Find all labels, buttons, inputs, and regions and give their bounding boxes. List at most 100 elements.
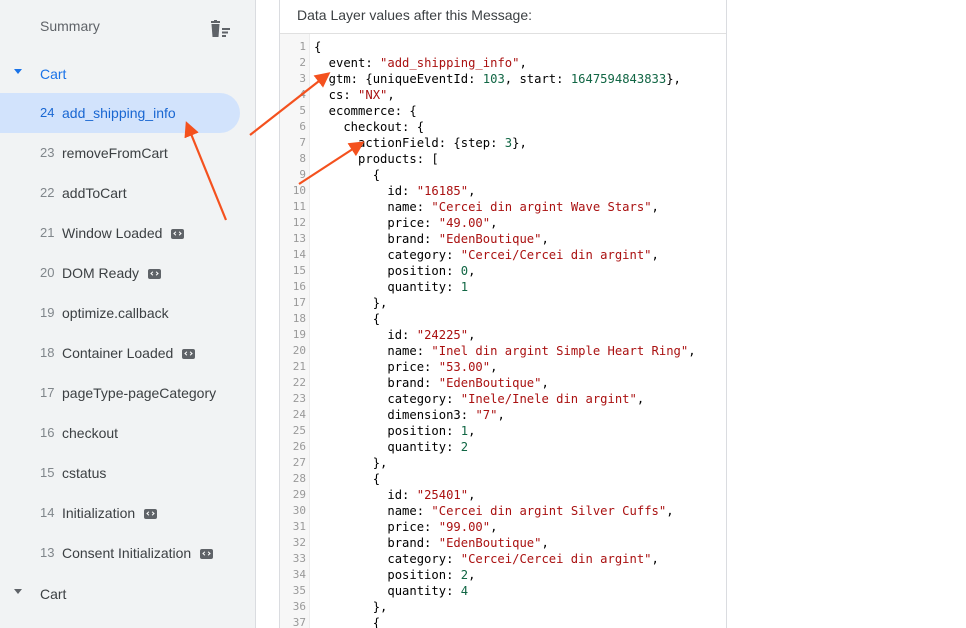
code-string: "Inele/Inele din argint" [460,392,637,406]
code-punct: , [541,376,549,390]
code-text: quantity: 4 [314,583,468,599]
event-item[interactable]: 16 checkout [0,413,256,453]
line-number: 19 [292,328,306,341]
summary-item[interactable]: Summary [0,6,256,46]
code-text: position: 2, [314,567,475,583]
code-string: "Cercei/Cercei din argint" [460,552,652,566]
code-line: 9 { [280,167,726,183]
event-item[interactable]: 15 cstatus [0,453,256,493]
event-item[interactable]: 19 optimize.callback [0,293,256,333]
code-punct: position: [314,264,461,278]
code-punct: , [490,520,498,534]
code-text: category: "Cercei/Cercei din argint", [314,551,659,567]
code-text: category: "Inele/Inele din argint", [314,391,644,407]
code-tag-icon [182,349,195,359]
line-number: 17 [292,296,306,309]
event-name: removeFromCart [62,145,168,161]
line-number: 21 [292,360,306,373]
code-line: 35 quantity: 4 [280,583,726,599]
event-item[interactable]: 22 addToCart [0,173,256,213]
line-number: 31 [292,520,306,533]
code-punct: name: [314,200,432,214]
line-number: 7 [299,136,306,149]
event-item[interactable]: 23 removeFromCart [0,133,256,173]
code-punct: quantity: [314,440,461,454]
code-line: 14 category: "Cercei/Cercei din argint", [280,247,726,263]
code-string: "16185" [416,184,469,198]
event-item[interactable]: 20 DOM Ready [0,253,256,293]
event-number: 15 [40,465,55,480]
line-number: 9 [299,168,306,181]
code-punct: }, [314,296,388,310]
event-number: 14 [40,505,55,520]
code-number: 103 [482,72,505,86]
sidebar: Summary Cart 24 add_shipping_info 23 remove… [0,0,256,628]
code-text: id: "25401", [314,487,475,503]
line-number: 28 [292,472,306,485]
code-lines: 1{2 event: "add_shipping_info", 3 gtm: {u… [280,39,726,628]
event-number: 22 [40,185,55,200]
code-punct: , [468,568,476,582]
event-item[interactable]: 21 Window Loaded [0,213,256,253]
code-punct: category: [314,248,461,262]
chevron-down-icon [14,589,22,594]
line-number: 29 [292,488,306,501]
code-punct: dimension3: [314,408,476,422]
code-punct: name: [314,344,432,358]
code-text: }, [314,455,388,471]
code-text: dimension3: "7", [314,407,504,423]
line-number: 14 [292,248,306,261]
line-number: 35 [292,584,306,597]
code-tag-icon [144,509,157,519]
code-line: 16 quantity: 1 [280,279,726,295]
code-number: 1647594843833 [570,72,667,86]
code-text: { [314,167,380,183]
code-punct: }, [314,600,388,614]
code-text: id: "16185", [314,183,475,199]
code-punct: category: [314,392,461,406]
code-text: { [314,311,380,327]
code-number: 2 [460,568,469,582]
code-text: brand: "EdenBoutique", [314,375,549,391]
event-item[interactable]: 18 Container Loaded [0,333,256,373]
code-tag-icon [171,229,184,239]
code-string: "Cercei/Cercei din argint" [460,248,652,262]
code-punct: { [314,312,381,326]
event-name: Initialization [62,505,136,521]
code-punct: brand: [314,536,439,550]
code-line: 29 id: "25401", [280,487,726,503]
event-name: cstatus [62,465,107,481]
event-item[interactable]: 24 add_shipping_info [0,93,256,133]
code-string: "99.00" [438,520,491,534]
code-line: 4 cs: "NX", [280,87,726,103]
code-string: "EdenBoutique" [438,232,542,246]
event-item[interactable]: 14 Initialization [0,493,256,533]
line-number: 6 [299,120,306,133]
code-text: checkout: { [314,119,424,135]
code-punct: event: [314,56,381,70]
code-tag-icon [148,269,161,279]
group-header-cart[interactable]: Cart [0,57,256,91]
event-item[interactable]: 13 Consent Initialization [0,533,256,573]
event-name: Container Loaded [62,345,174,361]
code-string: "Cercei din argint Silver Cuffs" [431,504,667,518]
code-viewer[interactable]: 1{2 event: "add_shipping_info", 3 gtm: {u… [280,33,726,628]
code-punct: actionField: {step: [314,136,505,150]
code-line: 25 position: 1, [280,423,726,439]
delete-sweep-icon[interactable] [209,20,231,38]
code-punct: brand: [314,376,439,390]
code-number: 0 [460,264,469,278]
code-line: 36 }, [280,599,726,615]
code-punct: category: [314,552,461,566]
line-number: 37 [292,616,306,628]
code-punct: , [490,216,498,230]
code-line: 26 quantity: 2 [280,439,726,455]
group-header-cart-2[interactable]: Cart [0,577,256,611]
code-punct: { [314,40,322,54]
code-line: 24 dimension3: "7", [280,407,726,423]
code-line: 3 gtm: {uniqueEventId: 103, start: 16475… [280,71,726,87]
chevron-down-icon [14,69,22,74]
event-item[interactable]: 17 pageType-pageCategory [0,373,256,413]
code-punct: { [314,616,381,628]
event-name: checkout [62,425,119,441]
